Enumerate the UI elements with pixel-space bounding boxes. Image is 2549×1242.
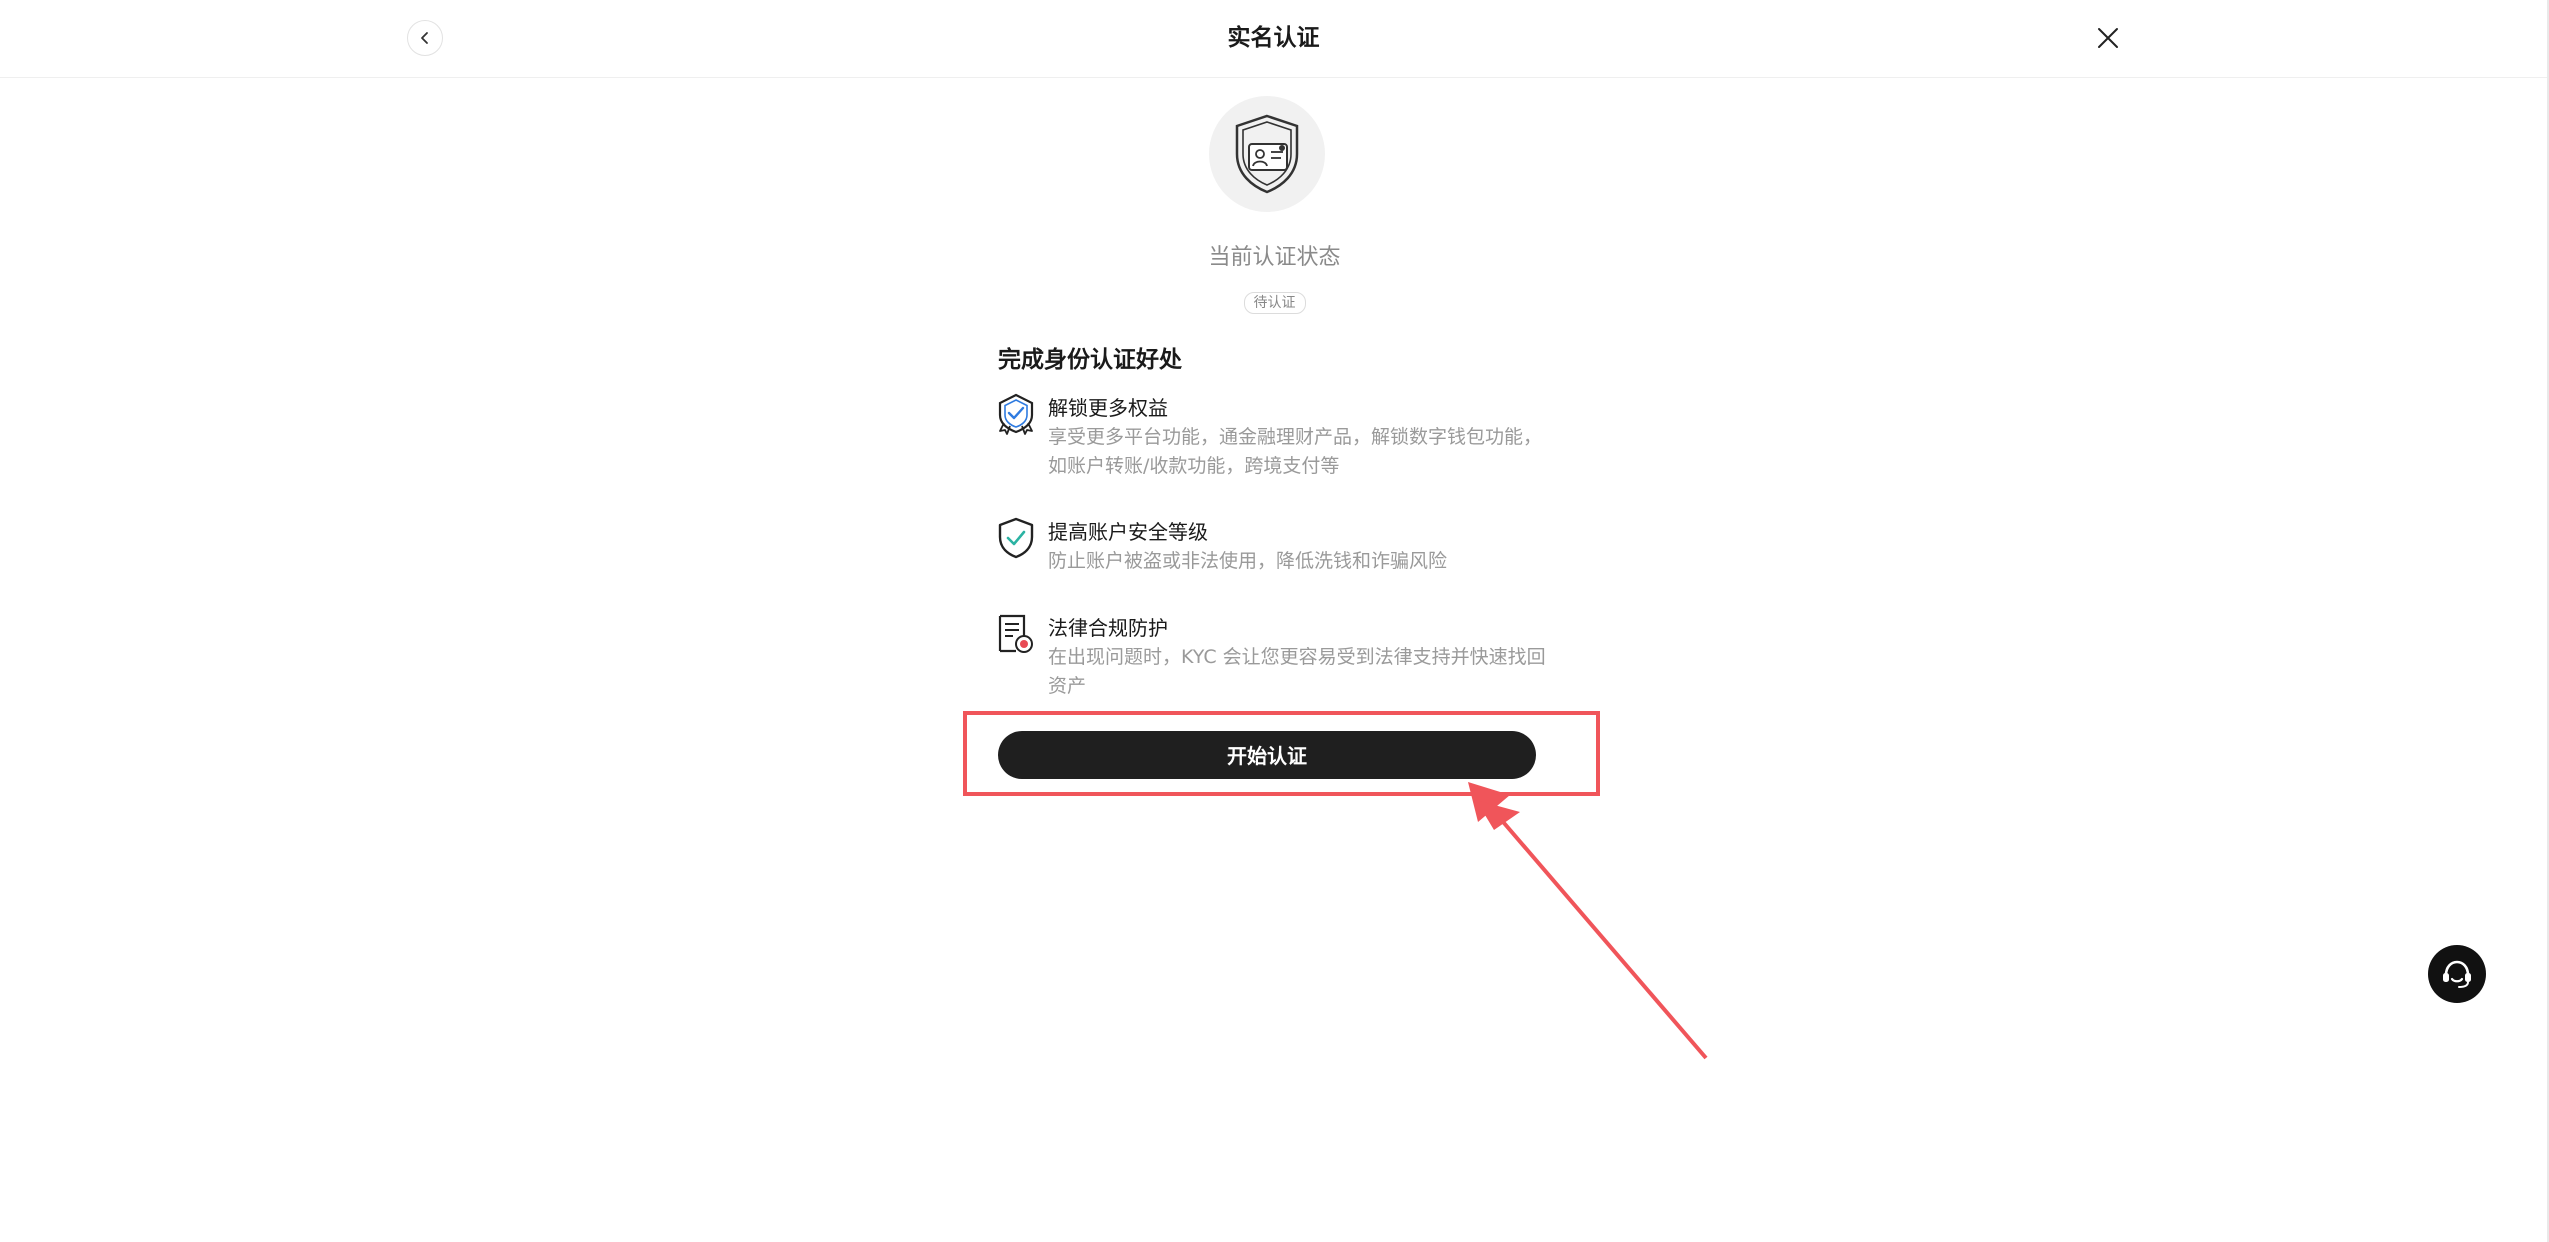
support-chat-button[interactable] [2428,945,2486,1003]
id-card-shield-icon [1235,114,1299,194]
benefit-desc: 防止账户被盗或非法使用，降低洗钱和诈骗风险 [1048,550,1448,572]
status-caption: 当前认证状态 [1208,245,1341,270]
status-badge: 待认证 [1243,292,1306,314]
benefit-title: 解锁更多权益 [1048,396,1168,420]
app-root: 实名认证 当前认证状态 待认证 完成身份认证好处 解锁更多权益 享受更多平台功能… [0,0,2549,1242]
header: 实名认证 [0,0,2547,78]
benefits-heading: 完成身份认证好处 [998,347,1182,373]
legal-document-icon [998,614,1033,653]
shield-check-icon [998,517,1034,559]
close-icon [2098,28,2118,48]
status-badge-row: 待认证 [0,292,2549,314]
benefit-title: 提高账户安全等级 [1048,520,1208,544]
benefit-desc: 在出现问题时，KYC 会让您更容易受到法律支持并快速找回资产 [1048,646,1546,697]
benefit-title: 法律合规防护 [1048,616,1168,640]
page-title: 实名认证 [1227,25,1320,51]
badge-check-icon [998,393,1034,435]
headset-icon [2443,960,2471,988]
start-verification-button[interactable]: 开始认证 [998,731,1536,779]
status-hero [1209,96,1325,212]
benefit-desc: 享受更多平台功能，通金融理财产品，解锁数字钱包功能，如账户转账/收款功能，跨境支… [1048,426,1543,477]
close-button[interactable] [2092,22,2124,54]
